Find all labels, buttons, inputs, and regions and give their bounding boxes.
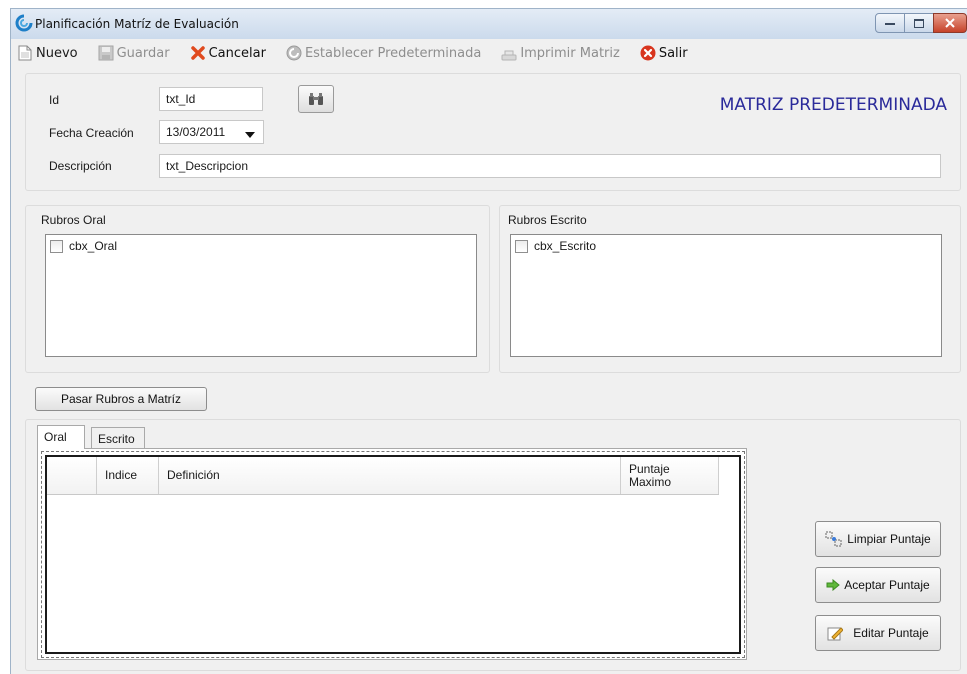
set-default-icon: [286, 45, 302, 61]
establecer-label: Establecer Predeterminada: [304, 45, 482, 61]
cancel-x-icon: [190, 45, 206, 61]
close-icon: [945, 18, 955, 28]
rubros-escrito-list[interactable]: cbx_Escrito: [510, 234, 942, 357]
descripcion-field[interactable]: txt_Descripcion: [159, 154, 941, 178]
fecha-creacion-label: Fecha Creación: [49, 126, 134, 140]
minimize-button[interactable]: [875, 13, 905, 33]
save-icon: [98, 45, 114, 61]
window-title: Planificación Matríz de Evaluación: [35, 17, 239, 31]
imprimir-matriz-button[interactable]: Imprimir Matriz: [501, 45, 620, 61]
main-window: Planificación Matríz de Evaluación Nuevo: [10, 8, 967, 674]
list-item[interactable]: cbx_Oral: [50, 239, 117, 253]
close-window-button[interactable]: [933, 13, 967, 33]
tab-escrito[interactable]: Escrito: [91, 427, 145, 449]
editar-puntaje-button[interactable]: Editar Puntaje: [815, 615, 941, 651]
cbx-escrito-label: cbx_Escrito: [534, 239, 597, 253]
grid-column-header-puntaje-maximo[interactable]: Puntaje Maximo: [621, 457, 719, 494]
cbx-escrito-checkbox[interactable]: [515, 239, 528, 253]
salir-button[interactable]: Salir: [640, 45, 688, 61]
chevron-down-icon[interactable]: [245, 132, 255, 138]
guardar-button[interactable]: Guardar: [98, 45, 170, 61]
rubros-oral-title: Rubros Oral: [41, 213, 106, 227]
clear-grid-icon: [825, 531, 843, 547]
descripcion-label: Descripción: [49, 159, 112, 173]
app-logo-icon: [15, 14, 33, 35]
cancelar-button[interactable]: Cancelar: [190, 45, 266, 61]
establecer-predeterminada-button[interactable]: Establecer Predeterminada: [286, 45, 481, 61]
list-item[interactable]: cbx_Escrito: [515, 239, 596, 253]
fecha-creacion-value: 13/03/2011: [166, 125, 226, 139]
puntaje-grid[interactable]: Indice Definición Puntaje Maximo: [45, 455, 741, 654]
maximize-button[interactable]: [904, 13, 934, 33]
search-button[interactable]: [298, 85, 334, 113]
new-document-icon: [17, 45, 33, 61]
cbx-oral-checkbox[interactable]: [50, 239, 63, 253]
rubros-oral-list[interactable]: cbx_Oral: [45, 234, 477, 357]
editar-puntaje-label: Editar Puntaje: [853, 626, 929, 640]
nuevo-button[interactable]: Nuevo: [17, 45, 78, 61]
printer-icon: [501, 45, 517, 61]
tab-oral[interactable]: Oral: [37, 425, 85, 449]
nuevo-label: Nuevo: [36, 45, 78, 61]
fecha-creacion-picker[interactable]: 13/03/2011: [159, 120, 264, 144]
matriz-predeterminada-banner: MATRIZ PREDETERMINADA: [719, 95, 947, 115]
rubros-escrito-title: Rubros Escrito: [508, 213, 587, 227]
exit-icon: [640, 45, 656, 61]
cancelar-label: Cancelar: [208, 45, 266, 61]
minimize-icon: [885, 23, 895, 25]
cbx-oral-label: cbx_Oral: [69, 239, 118, 253]
binoculars-icon: [309, 93, 323, 105]
limpiar-puntaje-label: Limpiar Puntaje: [847, 532, 931, 546]
id-label: Id: [49, 93, 60, 107]
imprimir-label: Imprimir Matriz: [520, 45, 620, 61]
guardar-label: Guardar: [116, 45, 170, 61]
toolbar: Nuevo Guardar Cancelar Establecer Predet…: [11, 39, 967, 67]
pasar-rubros-button[interactable]: Pasar Rubros a Matríz: [35, 387, 207, 411]
grid-column-header-selector[interactable]: [47, 457, 97, 494]
aceptar-puntaje-label: Aceptar Puntaje: [844, 578, 930, 592]
grid-column-header-definicion[interactable]: Definición: [159, 457, 621, 494]
grid-column-header-indice[interactable]: Indice: [97, 457, 159, 494]
grid-header: Indice Definición Puntaje Maximo: [47, 457, 719, 495]
aceptar-puntaje-button[interactable]: Aceptar Puntaje: [815, 567, 941, 603]
maximize-icon: [914, 18, 924, 28]
limpiar-puntaje-button[interactable]: Limpiar Puntaje: [815, 521, 941, 557]
edit-pencil-icon: [827, 625, 844, 641]
title-bar: Planificación Matríz de Evaluación: [11, 9, 967, 39]
salir-label: Salir: [658, 45, 688, 61]
green-arrow-icon: [826, 579, 841, 591]
id-field[interactable]: txt_Id: [159, 87, 263, 111]
